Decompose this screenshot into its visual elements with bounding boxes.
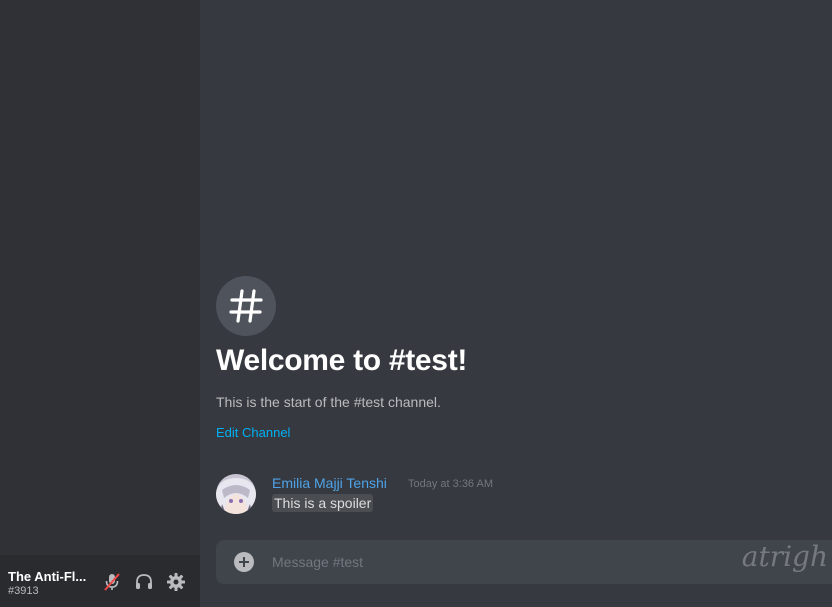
message-item: Emilia Majji Tenshi Today at 3:36 AM Thi…: [216, 474, 816, 518]
user-panel: The Anti-Fl... #3913: [0, 555, 200, 607]
mic-muted-icon: [104, 573, 120, 591]
message-timestamp: Today at 3:36 AM: [408, 478, 493, 490]
edit-channel-link[interactable]: Edit Channel: [216, 425, 290, 440]
channel-intro-icon: [216, 276, 276, 336]
message-author[interactable]: Emilia Majji Tenshi: [272, 475, 387, 491]
user-discriminator: #3913: [8, 585, 39, 597]
message-composer: [216, 540, 832, 584]
spoiler-text[interactable]: This is a spoiler: [272, 494, 374, 512]
chat-area: Welcome to #test! This is the start of t…: [200, 0, 832, 607]
username[interactable]: The Anti-Fl...: [8, 569, 92, 584]
message-input[interactable]: [272, 540, 812, 584]
mute-button[interactable]: [101, 571, 123, 593]
avatar[interactable]: [216, 474, 256, 514]
gear-icon: [167, 573, 185, 591]
hashtag-icon: [229, 289, 263, 323]
upload-button[interactable]: [234, 552, 254, 572]
plus-icon: [239, 557, 249, 567]
deafen-button[interactable]: [133, 571, 155, 593]
channel-sidebar: The Anti-Fl... #3913: [0, 0, 200, 607]
user-settings-button[interactable]: [165, 571, 187, 593]
welcome-subtitle: This is the start of the #test channel.: [216, 394, 441, 410]
headphones-icon: [136, 574, 152, 589]
welcome-title: Welcome to #test!: [216, 344, 468, 377]
